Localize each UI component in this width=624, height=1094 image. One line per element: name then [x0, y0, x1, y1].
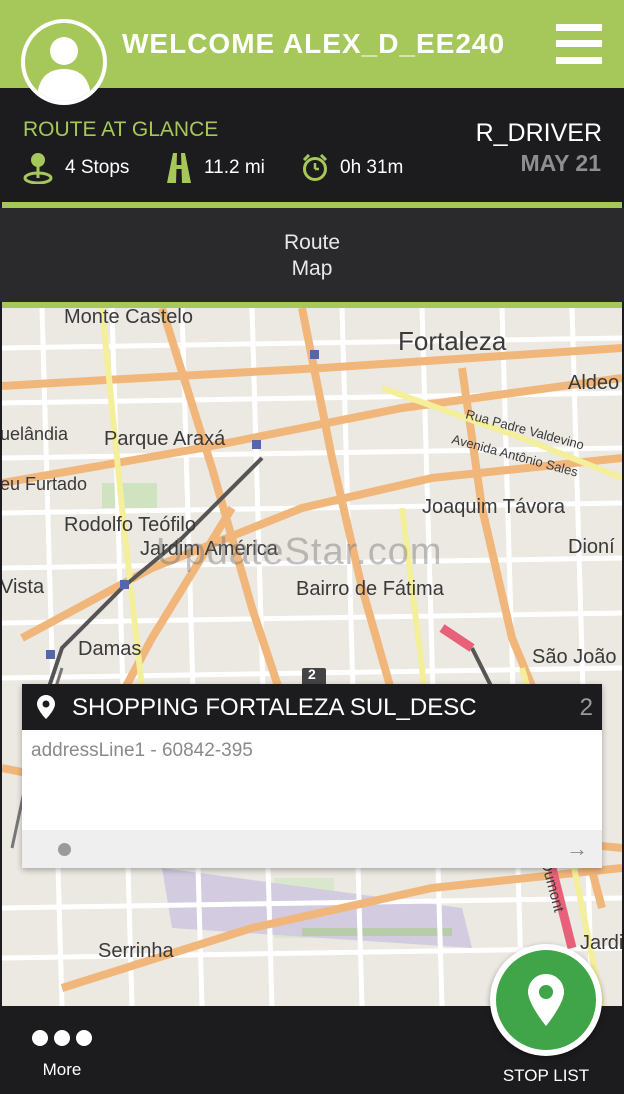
- more-dots-icon: [26, 1026, 98, 1050]
- avatar-icon: [37, 37, 91, 101]
- route-at-glance: ROUTE AT GLANCE 4 Stops 11.2 mi 0h 31m R…: [0, 88, 624, 202]
- view-tabs: Route Map: [0, 208, 624, 302]
- stop-card-footer: →: [22, 830, 602, 868]
- stops-count: 4 Stops: [65, 157, 130, 178]
- route-date: MAY 21: [520, 150, 601, 176]
- stop-card-header[interactable]: SHOPPING FORTALEZA SUL_DESC 2: [22, 684, 602, 730]
- map-label: Vista: [2, 576, 45, 598]
- stop-card-body: addressLine1 - 60842-395: [22, 730, 602, 830]
- map-label: Damas: [78, 638, 142, 660]
- stop-list-label: STOP LIST: [502, 1066, 590, 1085]
- stops-stat: 4 Stops: [23, 152, 129, 184]
- tab-map-line: Map: [291, 257, 333, 280]
- fab-circle: [496, 950, 596, 1050]
- map-marker-icon: [528, 974, 564, 1026]
- stop-title: SHOPPING FORTALEZA SUL_DESC: [72, 694, 477, 721]
- stop-address: addressLine1 - 60842-395: [31, 740, 253, 761]
- watermark: UpdateStar.com: [156, 531, 443, 573]
- map-marker-label: 2: [308, 666, 316, 682]
- map-label: Fortaleza: [398, 326, 507, 356]
- more-label: More: [42, 1060, 82, 1079]
- duration-value: 0h 31m: [340, 157, 404, 178]
- map-label: Dioní: [568, 536, 615, 558]
- glance-title: ROUTE AT GLANCE: [23, 118, 219, 141]
- map-label: Monte Castelo: [64, 308, 193, 328]
- stop-number: 2: [579, 694, 593, 721]
- distance-value: 11.2 mi: [204, 157, 265, 178]
- location-pin-icon: [37, 695, 55, 719]
- map-label: Bairro de Fátima: [296, 578, 444, 600]
- road-icon: [167, 153, 191, 183]
- map-label: uelândia: [2, 424, 69, 444]
- pager-dot: [58, 843, 71, 856]
- map-label: Joaquim Távora: [422, 496, 566, 518]
- map-label: Parque Araxá: [104, 428, 226, 450]
- duration-stat: 0h 31m: [302, 152, 403, 184]
- welcome-text: WELCOME ALEX_D_EE240: [122, 28, 504, 59]
- next-arrow-icon[interactable]: →: [566, 836, 588, 862]
- map-label: São João: [532, 646, 617, 668]
- map-label: Serrinha: [98, 940, 174, 962]
- map-label: Jardi: [580, 932, 622, 954]
- map-label: eu Furtado: [2, 474, 88, 494]
- driver-name: R_DRIVER: [475, 119, 602, 147]
- tab-route-line: Route: [283, 231, 341, 254]
- tab-route-map[interactable]: Route Map: [262, 230, 362, 282]
- map-pin-stop-icon: [23, 153, 53, 184]
- hamburger-menu-icon[interactable]: [556, 24, 602, 64]
- avatar[interactable]: [21, 19, 107, 105]
- stop-card[interactable]: SHOPPING FORTALEZA SUL_DESC 2 addressLin…: [22, 684, 602, 868]
- route-map[interactable]: Monte Castelo Fortaleza Aldeo uelândia P…: [2, 308, 622, 1006]
- alarm-clock-icon: [302, 154, 328, 181]
- distance-stat: 11.2 mi: [166, 152, 265, 184]
- stop-list-button[interactable]: [490, 944, 602, 1056]
- more-button[interactable]: More: [26, 1026, 98, 1086]
- map-label: Aldeo: [568, 372, 620, 394]
